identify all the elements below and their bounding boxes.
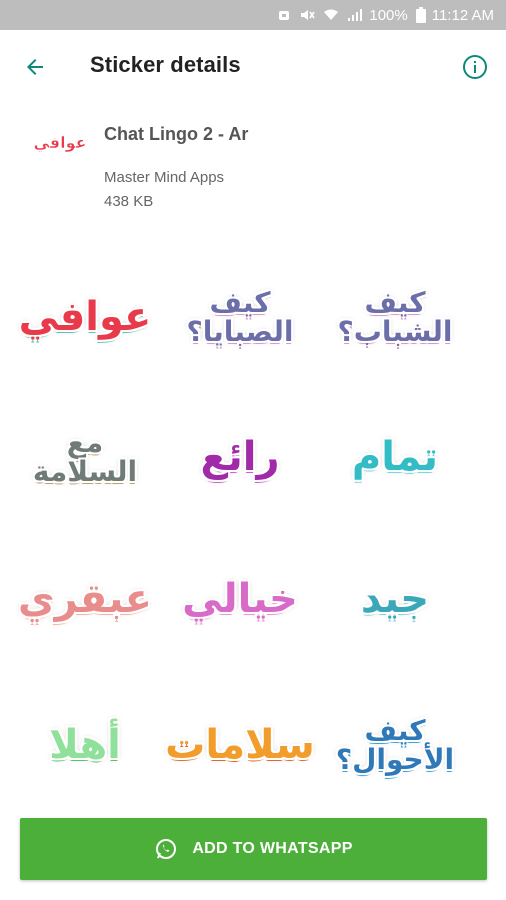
sticker-item[interactable]: كيف الشباب؟: [320, 252, 470, 382]
pack-thumbnail: عوافي: [32, 124, 88, 160]
sticker-text: تمام: [351, 434, 439, 480]
sticker-item[interactable]: تمام: [320, 392, 470, 522]
sticker-text: أهلا: [49, 722, 121, 768]
sticker-text: خيالي: [182, 576, 298, 622]
pack-name: Chat Lingo 2 - Ar: [104, 124, 249, 144]
sticker-item[interactable]: مع السلامة: [10, 392, 160, 522]
sticker-text: كيف الأحوال؟: [335, 713, 455, 776]
status-bar: 100% 11:12 AM: [0, 0, 506, 30]
pack-publisher: Master Mind Apps: [104, 169, 225, 186]
add-to-whatsapp-button[interactable]: ADD TO WHATSAPP: [20, 818, 487, 880]
pack-thumbnail-text: عوافي: [33, 133, 86, 153]
pack-size: 438 KB: [104, 193, 154, 210]
info-button[interactable]: [458, 50, 492, 84]
sticker-text: عبقري: [18, 576, 152, 622]
sticker-text: رائع: [200, 434, 280, 480]
sticker-item[interactable]: أهلا: [10, 680, 160, 810]
sticker-pack-header: عوافي Chat Lingo 2 - Ar Master Mind Apps…: [0, 104, 506, 234]
alarm-icon: [277, 8, 291, 22]
sticker-item[interactable]: رائع: [165, 392, 315, 522]
sticker-item[interactable]: كيف الصبايا؟: [165, 252, 315, 382]
sticker-item[interactable]: كيف الأحوال؟: [320, 680, 470, 810]
arrow-left-icon: [27, 59, 43, 75]
sticker-item[interactable]: عبقري: [10, 534, 160, 664]
app-bar: Sticker details: [0, 30, 506, 104]
whatsapp-icon: [154, 837, 178, 861]
back-button[interactable]: [18, 50, 52, 84]
sticker-item[interactable]: جيد: [320, 534, 470, 664]
sticker-text: جيد: [360, 576, 430, 622]
battery-icon: [415, 7, 426, 23]
sticker-grid: عوافي كيف الصبايا؟ كيف الشباب؟ مع السلامة را…: [0, 252, 506, 812]
sticker-text: كيف الصبايا؟: [186, 285, 294, 348]
sticker-text: سلامات: [165, 722, 315, 768]
info-icon: [463, 55, 487, 79]
sticker-text: كيف الشباب؟: [337, 285, 453, 348]
sticker-item[interactable]: عوافي: [10, 252, 160, 382]
add-to-whatsapp-label: ADD TO WHATSAPP: [192, 840, 353, 857]
sticker-text: عوافي: [18, 294, 152, 340]
sticker-item[interactable]: سلامات: [165, 680, 315, 810]
sticker-text: مع السلامة: [32, 425, 138, 488]
wifi-icon: [323, 8, 339, 22]
page-title: Sticker details: [90, 52, 241, 77]
sticker-item[interactable]: خيالي: [165, 534, 315, 664]
mute-icon: [299, 8, 316, 22]
signal-icon: [347, 8, 363, 22]
battery-percent: 100%: [369, 6, 408, 24]
clock: 11:12 AM: [431, 6, 494, 24]
